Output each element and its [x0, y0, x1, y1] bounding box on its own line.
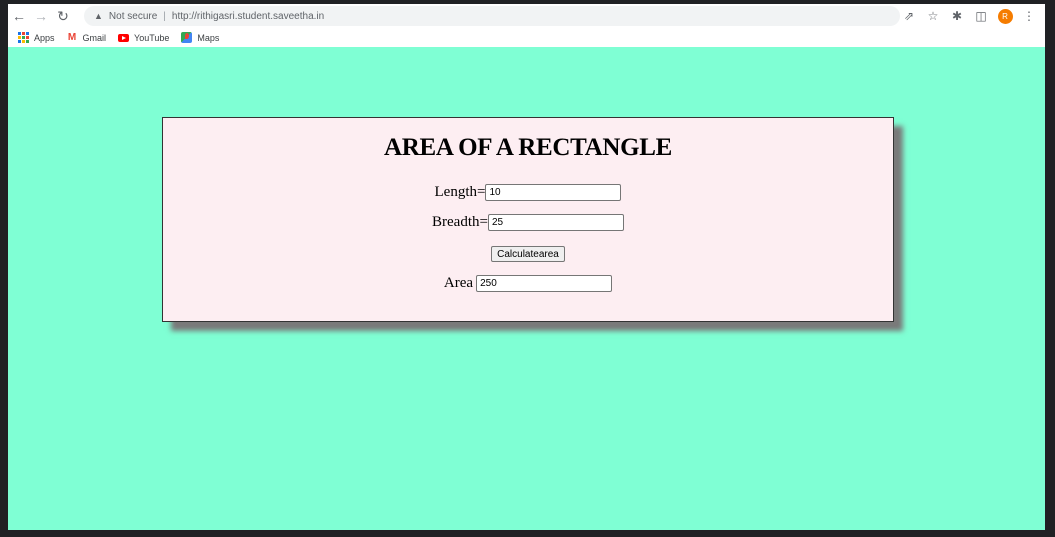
side-panel-icon[interactable]: ◫	[971, 6, 991, 26]
bookmark-star-icon[interactable]: ☆	[923, 6, 943, 26]
url-text[interactable]: http://rithigasri.student.saveetha.in	[172, 11, 324, 22]
bookmark-youtube[interactable]: YouTube	[118, 32, 169, 43]
length-input[interactable]	[485, 184, 622, 201]
maps-icon	[181, 32, 193, 43]
back-arrow-icon[interactable]: ←	[8, 5, 30, 27]
area-output[interactable]	[476, 275, 613, 292]
youtube-icon	[118, 32, 130, 43]
kebab-menu-icon[interactable]: ⋮	[1019, 6, 1039, 26]
page-title: AREA OF A RECTANGLE	[383, 134, 673, 161]
toolbar-actions: ⇗ ☆ ✱ ◫ R ⋮	[899, 4, 1039, 28]
bookmark-label: Gmail	[82, 32, 107, 43]
profile-avatar[interactable]: R	[995, 6, 1015, 26]
omnibox-separator: |	[163, 10, 166, 22]
forward-arrow-icon[interactable]: →	[30, 5, 52, 27]
warning-icon: ▲	[94, 11, 103, 21]
share-icon[interactable]: ⇗	[899, 6, 919, 26]
profile-initial: R	[997, 8, 1013, 24]
breadth-row: Breadth=	[163, 214, 893, 231]
bookmark-maps[interactable]: Maps	[181, 32, 219, 43]
length-label: Length=	[434, 184, 486, 200]
bookmark-label: Maps	[197, 32, 220, 43]
bookmark-label: YouTube	[134, 32, 170, 43]
length-row: Length=	[163, 184, 893, 201]
calculator-card: AREA OF A RECTANGLE Length= Breadth= Cal…	[162, 117, 894, 322]
gmail-icon: M	[67, 32, 77, 43]
area-label: Area	[443, 275, 474, 291]
bookmark-label: Apps	[34, 32, 55, 43]
bookmarks-bar: Apps M Gmail YouTube Maps	[8, 28, 1045, 47]
area-row: Area	[163, 275, 893, 292]
browser-toolbar: ← → ↻ ▲ Not secure | http://rithigasri.s…	[8, 4, 1045, 28]
security-label[interactable]: Not secure	[109, 11, 157, 22]
breadth-label: Breadth=	[432, 214, 488, 230]
bookmark-gmail[interactable]: M Gmail	[67, 32, 107, 43]
breadth-input[interactable]	[487, 214, 624, 231]
button-row: Calculatearea	[163, 246, 893, 262]
address-bar[interactable]: ▲ Not secure | http://rithigasri.student…	[84, 6, 900, 26]
bookmark-apps[interactable]: Apps	[18, 32, 55, 43]
calculate-area-button[interactable]: Calculatearea	[491, 246, 565, 262]
page-viewport: AREA OF A RECTANGLE Length= Breadth= Cal…	[8, 47, 1045, 530]
extensions-puzzle-icon[interactable]: ✱	[947, 6, 967, 26]
reload-icon[interactable]: ↻	[52, 5, 74, 27]
apps-grid-icon	[18, 32, 29, 43]
